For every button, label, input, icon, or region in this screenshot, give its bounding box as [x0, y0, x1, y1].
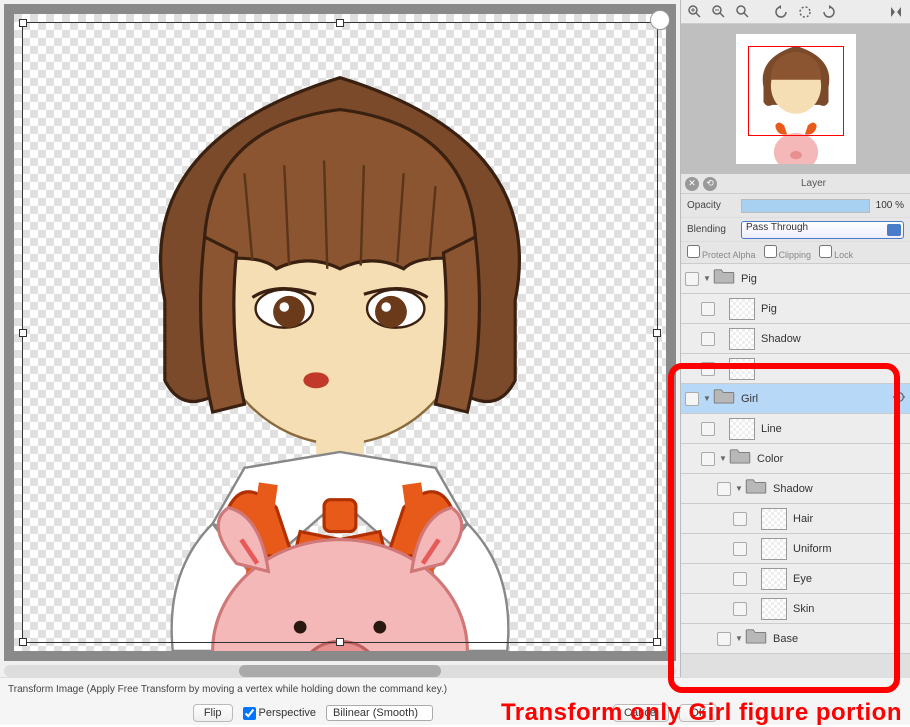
layer-name: Color [757, 453, 906, 465]
layer-tree[interactable]: ▼ Pig Pig Shadow ▼ Girl Line ▼ Color ▼ Shadow Hair U… [681, 264, 910, 681]
rotate-right-icon[interactable] [821, 4, 837, 20]
layer-visibility-toggle[interactable] [733, 512, 747, 526]
layer-name: Shadow [761, 333, 906, 345]
zoom-out-icon[interactable] [711, 4, 727, 20]
layer-row[interactable]: Hair [681, 504, 910, 534]
layer-name: Base [773, 633, 906, 645]
layer-expand-toggle[interactable]: ▼ [703, 394, 713, 403]
layer-expand-toggle[interactable]: ▼ [735, 634, 745, 643]
navigator-thumbnail [736, 34, 856, 164]
layer-row[interactable]: Eye [681, 564, 910, 594]
perspective-label: Perspective [259, 707, 316, 719]
layer-row[interactable]: Pig [681, 294, 910, 324]
layer-name: Shadow [773, 483, 906, 495]
blending-label: Blending [687, 224, 735, 235]
layer-thumbnail [729, 298, 755, 320]
panel-close-icon[interactable]: ✕ [685, 177, 699, 191]
canvas-viewport[interactable] [4, 4, 676, 661]
opacity-label: Opacity [687, 200, 735, 211]
right-panel: ✕ ⟲ Layer Opacity 100 % Blending Pass Th… [680, 0, 910, 681]
layer-thumbnail [729, 418, 755, 440]
layer-expand-toggle[interactable]: ▼ [719, 454, 729, 463]
layer-panel-title: Layer [721, 178, 906, 189]
layer-visibility-toggle[interactable] [685, 272, 699, 286]
layer-name: Skin [793, 603, 906, 615]
layer-visibility-toggle[interactable] [701, 332, 715, 346]
folder-icon [745, 628, 767, 650]
folder-icon [745, 478, 767, 500]
mascot-icon [650, 10, 670, 30]
opacity-value: 100 % [876, 200, 904, 211]
layer-row[interactable]: ▼ Color [681, 444, 910, 474]
layer-panel: ✕ ⟲ Layer Opacity 100 % Blending Pass Th… [681, 174, 910, 681]
horizontal-scrollbar[interactable] [4, 665, 676, 677]
folder-icon [729, 448, 751, 470]
status-text: Transform Image (Apply Free Transform by… [8, 684, 447, 695]
layer-row[interactable]: Shadow [681, 324, 910, 354]
folder-icon [713, 388, 735, 410]
annotation-text: Transform only Girl figure portion [501, 699, 902, 727]
rotate-reset-icon[interactable] [797, 4, 813, 20]
layer-thumbnail [761, 568, 787, 590]
canvas-area [0, 0, 680, 681]
layer-visibility-toggle[interactable] [733, 572, 747, 586]
protect-alpha-checkbox[interactable] [687, 245, 700, 258]
rotate-left-icon[interactable] [773, 4, 789, 20]
layer-thumbnail [761, 598, 787, 620]
layer-row[interactable]: Uniform [681, 534, 910, 564]
opacity-slider[interactable] [741, 199, 870, 213]
layer-thumbnail [729, 358, 755, 380]
layer-row[interactable]: ▼ Base [681, 624, 910, 654]
layer-visibility-toggle[interactable] [685, 392, 699, 406]
protect-alpha-label: Protect Alpha [702, 250, 756, 260]
layer-visibility-toggle[interactable] [701, 452, 715, 466]
flip-icon[interactable] [888, 4, 904, 20]
layer-expand-toggle[interactable]: ▼ [703, 274, 713, 283]
layer-row[interactable]: ▼ Pig [681, 264, 910, 294]
layer-row[interactable]: Line [681, 414, 910, 444]
status-bar: Transform Image (Apply Free Transform by… [0, 677, 910, 701]
layer-row[interactable]: Skin [681, 594, 910, 624]
layer-name: Hair [793, 513, 906, 525]
layer-name: Line [761, 423, 906, 435]
layer-visibility-toggle[interactable] [717, 482, 731, 496]
layer-thumbnail [761, 508, 787, 530]
navigator[interactable] [681, 24, 910, 174]
artwork-svg [14, 14, 666, 651]
lock-label: Lock [834, 250, 853, 260]
lock-checkbox[interactable] [819, 245, 832, 258]
layer-row[interactable]: ▼ Shadow [681, 474, 910, 504]
layer-visibility-toggle[interactable] [733, 602, 747, 616]
layer-visibility-toggle[interactable] [701, 362, 715, 376]
layer-visibility-toggle[interactable] [701, 302, 715, 316]
zoom-in-icon[interactable] [687, 4, 703, 20]
navigator-viewport-rect[interactable] [748, 46, 844, 136]
layer-name: Pig [761, 303, 906, 315]
folder-icon [713, 268, 735, 290]
layer-name: Pig [741, 273, 906, 285]
artwork [14, 14, 666, 651]
layer-visibility-toggle[interactable] [701, 422, 715, 436]
navigator-toolbar [681, 0, 910, 24]
zoom-fit-icon[interactable] [735, 4, 751, 20]
clipping-label: Clipping [779, 250, 812, 260]
layer-thumbnail [761, 538, 787, 560]
layer-visibility-toggle[interactable] [717, 632, 731, 646]
layer-thumbnail [729, 328, 755, 350]
layer-expand-toggle[interactable]: ▼ [735, 484, 745, 493]
layer-name: Eye [793, 573, 906, 585]
layer-row[interactable]: ▼ Girl [681, 384, 910, 414]
layer-visibility-toggle[interactable] [733, 542, 747, 556]
gear-icon[interactable] [892, 390, 906, 407]
interpolation-select[interactable]: Bilinear (Smooth) [326, 705, 433, 721]
blending-mode-select[interactable]: Pass Through [741, 221, 904, 239]
layer-name: Uniform [793, 543, 906, 555]
layer-name: Girl [741, 393, 892, 405]
perspective-checkbox[interactable] [243, 707, 256, 720]
clipping-checkbox[interactable] [764, 245, 777, 258]
panel-menu-icon[interactable]: ⟲ [703, 177, 717, 191]
flip-button[interactable]: Flip [193, 704, 233, 722]
layer-row[interactable] [681, 354, 910, 384]
